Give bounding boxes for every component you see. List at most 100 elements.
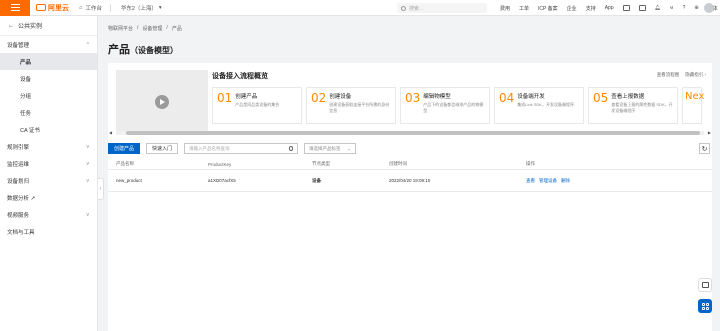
help-icon[interactable]: ? xyxy=(683,5,686,11)
top-bar: 阿里云 ⌂ 工作台 华东2（上海） ▾ 搜索... 费用 工单 ICP 备案 企业 … xyxy=(0,0,720,16)
play-icon[interactable] xyxy=(155,94,169,109)
back-label: 公共实例 xyxy=(18,24,43,30)
select-placeholder: 请选择产品标签 xyxy=(309,145,341,151)
step-desc: 集成Link SDK，开发设备端程序 xyxy=(517,102,574,107)
sidebar-label: 文档与工具 xyxy=(7,229,35,236)
guide-title: 设备接入流程概览 xyxy=(212,73,268,80)
breadcrumb-sep: / xyxy=(166,25,168,31)
step-card[interactable]: 03 编辑物模型 产品下的设备都会继承产品的物模型 xyxy=(400,87,490,124)
step-name: 编辑物模型 xyxy=(423,94,451,100)
step-name: 查看上报数据 xyxy=(611,94,645,100)
back-to-instances[interactable]: ← 公共实例 xyxy=(0,16,97,36)
sidebar-group-docs-tools[interactable]: 文档与工具 xyxy=(0,223,97,240)
sidebar-label: 分组 xyxy=(20,93,32,100)
sidebar-group-monitoring[interactable]: 监控运维 v xyxy=(0,155,97,172)
search-placeholder: 搜索... xyxy=(409,5,424,12)
menu-icon[interactable] xyxy=(0,0,30,16)
step-card[interactable]: 01 创建产品 产品是同品类设备的集合 xyxy=(212,87,302,124)
sidebar-item-groups[interactable]: 分组 xyxy=(0,87,97,104)
step-number: 02 xyxy=(311,91,327,105)
scroll-track[interactable] xyxy=(116,131,704,135)
refresh-icon: ↻ xyxy=(701,145,708,153)
product-search-input[interactable]: 请输入产品名称查询 xyxy=(184,143,298,154)
sidebar-item-products[interactable]: 产品 xyxy=(0,53,97,70)
sidebar-label: 任务 xyxy=(20,110,32,117)
scroll-thumb[interactable] xyxy=(126,131,700,135)
chevron-down-icon: v xyxy=(86,143,90,150)
top-link-billing[interactable]: 费用 xyxy=(500,5,510,12)
sidebar-label: 产品 xyxy=(20,59,32,66)
breadcrumb-iot[interactable]: 物联网平台 xyxy=(108,25,133,32)
step-name: 设备端开发 xyxy=(517,94,545,100)
workbench-label: 工作台 xyxy=(85,5,102,12)
feedback-button[interactable] xyxy=(698,278,712,292)
node-type-cell: 设备 xyxy=(312,178,389,184)
view-flowchart-link[interactable]: 查看流程图 xyxy=(657,72,680,78)
search-icon[interactable] xyxy=(288,146,293,151)
step-desc: 查看设备上报的属性数据 SDK，开发设备端程序 xyxy=(611,102,673,113)
product-table: 产品名称 ProductKey 节点类型 创建时间 操作 new_product… xyxy=(108,159,712,192)
sidebar-group-data-analysis[interactable]: 数据分析 ↗ xyxy=(0,189,97,206)
col-created: 创建时间 xyxy=(389,161,407,166)
sidebar-label: 监控运维 xyxy=(7,161,30,168)
scroll-left-icon[interactable]: ◀ xyxy=(109,130,112,135)
breadcrumb: 物联网平台 / 设备管理 / 产品 xyxy=(108,25,182,32)
step-card[interactable]: 02 创建设备创建设备获取连接平台所需的身份信息 xyxy=(306,87,396,124)
sidebar-group-device-assignment[interactable]: 设备划归 v xyxy=(0,172,97,189)
avatar[interactable] xyxy=(704,3,714,13)
message-icon[interactable] xyxy=(638,5,646,11)
sidebar-item-jobs[interactable]: 任务 xyxy=(0,104,97,121)
product-tag-select[interactable]: 请选择产品标签 ⌄ xyxy=(304,143,356,154)
quick-start-button[interactable]: 快速入门 xyxy=(146,143,178,154)
step-card[interactable]: 04 设备端开发 集成Link SDK，开发设备端程序 xyxy=(494,87,584,124)
refresh-button[interactable]: ↻ xyxy=(699,143,710,154)
breadcrumb-sep: / xyxy=(137,25,139,31)
view-link[interactable]: 查看 xyxy=(526,178,535,184)
terminal-icon[interactable] xyxy=(622,5,630,11)
sidebar-group-device-management[interactable]: 设备管理 ^ xyxy=(0,36,97,53)
chevron-down-icon: v xyxy=(86,211,90,218)
workbench-link[interactable]: ⌂ 工作台 xyxy=(79,4,102,12)
content-panel: 设备接入流程概览 查看流程图 隐藏指引 › 01 创建产品 产品是同品类设备的集合 … xyxy=(108,63,712,331)
cart-icon[interactable]: ⊌ xyxy=(670,5,674,11)
top-link-app[interactable]: App xyxy=(605,5,614,11)
sidebar-item-devices[interactable]: 设备 xyxy=(0,70,97,87)
page-subtitle: （设备模型） xyxy=(130,46,178,55)
top-link-icp[interactable]: ICP 备案 xyxy=(538,5,558,12)
logo[interactable]: 阿里云 xyxy=(36,3,69,13)
main-content: 物联网平台 / 设备管理 / 产品 产品（设备模型） 设备接入流程概览 查看流程… xyxy=(98,16,720,331)
sidebar-label: 视频服务 xyxy=(7,212,30,219)
sidebar-item-ca-cert[interactable]: CA 证书 xyxy=(0,121,97,138)
step-card[interactable]: Nex xyxy=(682,87,704,124)
top-link-enterprise[interactable]: 企业 xyxy=(567,5,577,12)
breadcrumb-device-mgmt[interactable]: 设备管理 xyxy=(142,25,162,32)
step-name: 创建设备 xyxy=(329,94,352,100)
search-icon xyxy=(401,5,406,11)
toolbar: 创建产品 快速入门 请输入产品名称查询 请选择产品标签 ⌄ ↻ xyxy=(108,143,712,155)
logo-mark-icon xyxy=(36,4,46,11)
top-link-ticket[interactable]: 工单 xyxy=(519,5,529,12)
region-selector[interactable]: 华东2（上海） ▾ xyxy=(121,4,162,12)
col-product-key: ProductKey xyxy=(208,161,232,167)
sidebar-label: 设备管理 xyxy=(7,42,30,49)
sidebar-group-video[interactable]: 视频服务 v xyxy=(0,206,97,223)
create-product-button[interactable]: 创建产品 xyxy=(108,143,140,154)
actions-cell: 查看 管理设备 删除 xyxy=(526,178,712,184)
table-row: new_product a1XD07acfX5 设备 2022/04/20 19… xyxy=(108,170,712,192)
intro-video[interactable] xyxy=(116,70,208,133)
top-link-support[interactable]: 支持 xyxy=(586,5,596,12)
global-search-input[interactable]: 搜索... xyxy=(397,3,487,13)
sidebar-group-rules[interactable]: 规则引擎 v xyxy=(0,138,97,155)
language-icon[interactable]: ⊕ xyxy=(694,5,698,11)
step-desc: 创建设备获取连接平台所需的身份信息 xyxy=(329,102,390,113)
guide-scrollbar[interactable]: ◀ ▶ xyxy=(108,130,712,135)
delete-link[interactable]: 删除 xyxy=(561,178,570,184)
hide-guide-link[interactable]: 隐藏指引 › xyxy=(685,72,706,78)
step-card[interactable]: 05 查看上报数据 查看设备上报的属性数据 SDK，开发设备端程序 xyxy=(588,87,678,124)
table-header: 产品名称 ProductKey 节点类型 创建时间 操作 xyxy=(108,159,712,170)
manage-devices-link[interactable]: 管理设备 xyxy=(539,178,557,184)
scroll-right-icon[interactable]: ▶ xyxy=(708,130,711,135)
apps-button[interactable] xyxy=(698,299,712,313)
notification-icon[interactable]: 🔔︎ xyxy=(655,5,661,11)
arrow-left-icon: ← xyxy=(8,22,14,29)
